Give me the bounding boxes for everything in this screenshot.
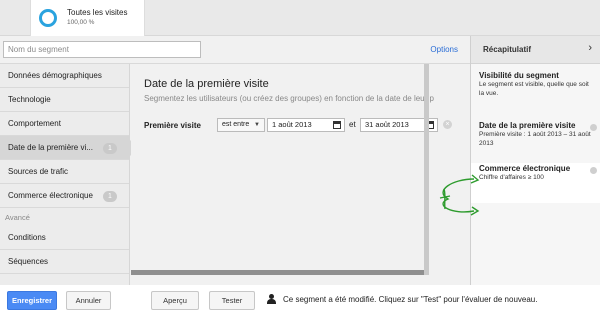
sidebar-item-label: Données démographiques [8,71,102,80]
user-icon [266,294,276,306]
summary-ecommerce[interactable]: Commerce électronique Chiffre d'affaires… [471,163,600,203]
search-row: Options [0,36,470,64]
sidebar-item-demographics[interactable]: Données démographiques [0,64,129,88]
summary-ecom-desc: Chiffre d'affaires ≥ 100 [479,174,544,181]
operator-value: est entre [222,121,250,128]
editor-footer: Enregistrer Annuler Aperçu Tester Ce seg… [0,285,600,315]
segment-name-input[interactable] [3,41,201,58]
sidebar-section-advanced: Avancé [5,213,30,222]
sidebar-item-label: Commerce électronique [8,191,93,200]
summary-visibility: Visibilité du segment Le segment est vis… [471,70,600,108]
calendar-icon[interactable] [333,121,341,129]
remove-filter-icon[interactable] [590,124,597,131]
start-date-field[interactable]: 1 août 2013 [267,118,345,132]
segment-ring-icon [39,9,57,27]
remove-filter-icon[interactable] [590,167,597,174]
summary-panel: Récapitulatif › Visibilité du segment Le… [470,36,600,285]
cancel-button[interactable]: Annuler [66,291,111,310]
operator-select[interactable]: est entre ▼ [217,118,265,132]
summary-date-title: Date de la première visite [479,121,576,130]
sidebar-item-first-visit-date[interactable]: Date de la première vi... 1 [0,136,138,160]
summary-header: Récapitulatif › [471,36,600,64]
sidebar-item-label: Comportement [8,119,61,128]
sidebar-item-label: Sources de trafic [8,167,69,176]
sidebar-item-traffic-sources[interactable]: Sources de trafic [0,160,129,184]
summary-date-desc: Première visite : 1 août 2013 – 31 août … [479,131,591,147]
condition-panel: Date de la première visite Segmentez les… [131,64,470,285]
and-label: et [349,120,356,129]
chevron-right-icon[interactable]: › [588,42,592,54]
preview-button[interactable]: Aperçu [151,291,199,310]
user-icon-body [267,299,276,304]
segment-chip-name: Toutes les visites [67,8,128,17]
sidebar-item-ecommerce[interactable]: Commerce électronique 1 [0,184,129,208]
options-link[interactable]: Options [430,45,458,54]
panel-title: Date de la première visite [144,78,269,90]
caret-down-icon: ▼ [254,122,260,128]
vertical-scrollbar[interactable] [424,64,429,275]
segment-bar: Toutes les visites 100,00 % [0,0,600,36]
sidebar-item-behavior[interactable]: Comportement [0,112,129,136]
sidebar-item-technology[interactable]: Technologie [0,88,129,112]
hand-drawn-annotation [439,174,480,216]
sidebar-item-label: Date de la première vi... [8,143,93,152]
segment-chip-all-visits[interactable]: Toutes les visites 100,00 % [30,0,145,36]
condition-label: Première visite [144,121,201,130]
count-badge: 1 [103,143,117,154]
horizontal-scrollbar[interactable] [131,270,424,275]
count-badge: 1 [103,191,117,202]
sidebar-item-label: Technologie [8,95,51,104]
sidebar-item-label: Séquences [8,257,49,266]
remove-condition-icon[interactable]: × [443,120,452,129]
end-date-value: 31 août 2013 [365,120,409,129]
save-button[interactable]: Enregistrer [7,291,57,310]
sidebar-item-sequences[interactable]: Séquences [0,250,129,274]
segment-editor: Options Données démographiques Technolog… [0,36,600,285]
start-date-value: 1 août 2013 [272,120,312,129]
sidebar-item-label: Conditions [8,233,46,242]
segment-chip-percent: 100,00 % [67,19,95,26]
summary-visibility-desc: Le segment est visible, quelle que soit … [479,81,589,97]
summary-first-visit-date[interactable]: Date de la première visite Première visi… [471,120,600,164]
sidebar-item-conditions[interactable]: Conditions [0,226,129,250]
panel-description: Segmentez les utilisateurs (ou créez des… [144,94,434,103]
modified-message: Ce segment a été modifié. Cliquez sur "T… [283,295,538,304]
summary-visibility-title: Visibilité du segment [479,71,559,80]
category-sidebar: Données démographiques Technologie Compo… [0,64,138,285]
test-button[interactable]: Tester [209,291,255,310]
summary-ecom-title: Commerce électronique [479,164,571,173]
summary-title: Récapitulatif [483,45,532,54]
